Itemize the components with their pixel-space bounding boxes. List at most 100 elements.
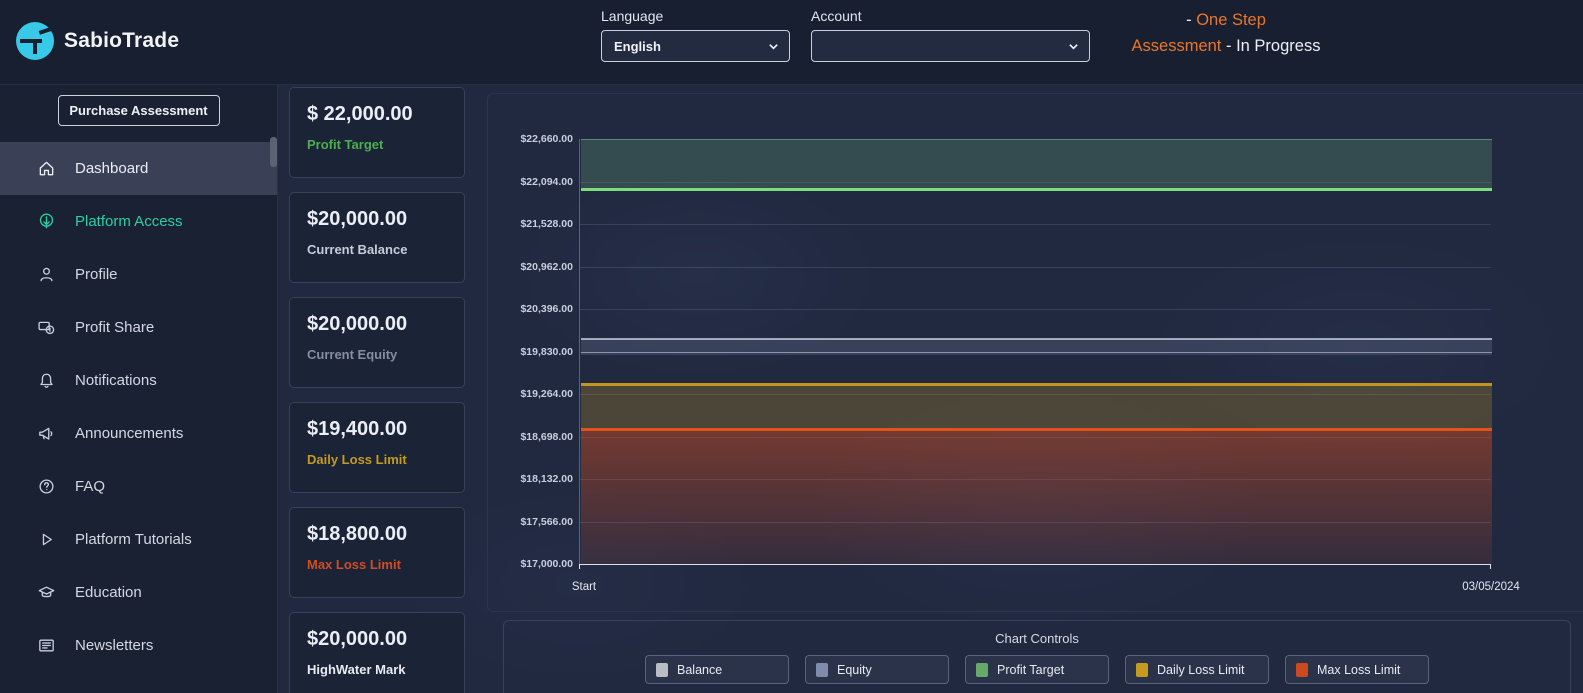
home-icon xyxy=(36,159,56,179)
status-program-name: Assessment xyxy=(1132,37,1222,55)
status-program-name: One Step xyxy=(1196,11,1266,29)
y-axis-tick: $20,962.00 xyxy=(520,261,573,273)
series-color-swatch xyxy=(816,663,828,677)
series-color-swatch xyxy=(1136,663,1148,677)
account-select[interactable] xyxy=(811,30,1090,62)
account-label: Account xyxy=(811,8,1090,24)
megaphone-icon xyxy=(36,424,56,444)
stat-card-current-equity: $20,000.00Current Equity xyxy=(289,297,465,388)
sidebar-item-label: Profit Share xyxy=(75,319,154,336)
stat-card-value: $18,800.00 xyxy=(307,523,464,546)
series-toggle-label: Profit Target xyxy=(997,663,1064,677)
stat-card-max-loss-limit: $18,800.00 Max Loss Limit xyxy=(289,507,465,598)
stat-card-value: $19,400.00 xyxy=(307,418,464,441)
stat-card-value: $ 22,000.00 xyxy=(307,103,464,126)
series-color-swatch xyxy=(976,663,988,677)
sidebar-item-profile[interactable]: Profile xyxy=(0,248,277,301)
gridline xyxy=(580,224,1491,225)
sidebar-item-label: FAQ xyxy=(75,478,105,495)
sidebar-nav: Dashboard Platform Access Profile Profit Sh… xyxy=(0,142,277,672)
chart-plot-area[interactable] xyxy=(579,139,1491,564)
main-content: $ 22,000.00Profit Target$20,000.00Curren… xyxy=(278,85,1583,693)
sidebar-item-faq[interactable]: FAQ xyxy=(0,460,277,513)
sidebar-item-label: Education xyxy=(75,584,142,601)
purchase-assessment-button[interactable]: Purchase Assessment xyxy=(58,95,220,126)
question-circle-icon xyxy=(36,477,56,497)
stat-card-profit-target: $ 22,000.00Profit Target xyxy=(289,87,465,178)
y-axis-tick: $17,000.00 xyxy=(520,558,573,570)
series-color-swatch xyxy=(1296,663,1308,677)
x-axis-tick-start: Start xyxy=(554,581,614,593)
sidebar-item-announcements[interactable]: Announcements xyxy=(0,407,277,460)
sabiotrade-logo-icon xyxy=(16,22,54,60)
stat-card-current-balance: $20,000.00 Current Balance xyxy=(289,192,465,283)
sidebar-item-platform-tutorials[interactable]: Platform Tutorials xyxy=(0,513,277,566)
stat-card-label: Max Loss Limit xyxy=(307,557,464,572)
stat-card-label: Daily Loss Limit xyxy=(307,452,464,467)
sidebar-item-notifications[interactable]: Notifications xyxy=(0,354,277,407)
brand[interactable]: SabioTrade xyxy=(16,22,179,60)
chevron-down-icon xyxy=(768,41,779,52)
stat-card-highwater-mark: $20,000.00 HighWater Mark xyxy=(289,612,465,693)
sidebar-item-label: Newsletters xyxy=(75,637,153,654)
stat-cards-column: $ 22,000.00Profit Target$20,000.00Curren… xyxy=(289,87,465,693)
language-label: Language xyxy=(601,8,790,24)
y-axis-tick: $22,660.00 xyxy=(520,133,573,145)
gridline xyxy=(580,309,1491,310)
profit-target-line xyxy=(581,188,1492,191)
sidebar-item-label: Profile xyxy=(75,266,118,283)
y-axis-tick: $18,132.00 xyxy=(520,473,573,485)
equity-line xyxy=(581,352,1492,353)
profit-target-band xyxy=(581,139,1492,189)
scrollbar-thumb[interactable] xyxy=(270,137,277,167)
y-axis-tick: $19,830.00 xyxy=(520,346,573,358)
x-axis-tick-date: 03/05/2024 xyxy=(1441,581,1541,593)
stat-card-value: $20,000.00 xyxy=(307,628,464,651)
sidebar-item-platform-access[interactable]: Platform Access xyxy=(0,195,277,248)
sidebar-item-label: Platform Access xyxy=(75,213,183,230)
sidebar-item-profit-share[interactable]: Profit Share xyxy=(0,301,277,354)
chart-controls-row: Balance Equity Profit Target Daily Loss Lim… xyxy=(504,655,1570,684)
chart-controls-title: Chart Controls xyxy=(504,631,1570,646)
sidebar-item-education[interactable]: Education xyxy=(0,566,277,619)
sidebar-item-label: Dashboard xyxy=(75,160,148,177)
language-select[interactable]: English xyxy=(601,30,790,62)
stat-card-label: HighWater Mark xyxy=(307,662,464,677)
toggle-equity-button[interactable]: Equity xyxy=(805,655,949,684)
download-circle-icon xyxy=(36,212,56,232)
newspaper-icon xyxy=(36,636,56,656)
equity-band xyxy=(581,339,1492,356)
stat-card-daily-loss-limit: $19,400.00 Daily Loss Limit xyxy=(289,402,465,493)
y-axis-tick: $20,396.00 xyxy=(520,303,573,315)
x-axis-line xyxy=(579,564,1491,565)
series-color-swatch xyxy=(656,663,668,677)
y-axis-tick: $21,528.00 xyxy=(520,218,573,230)
brand-name: SabioTrade xyxy=(64,29,179,53)
sidebar: Purchase Assessment Dashboard Platform Ac… xyxy=(0,85,278,693)
assessment-status: - One StepAssessment - In Progress xyxy=(1095,8,1357,59)
top-bar: SabioTrade Language English Account - On… xyxy=(0,0,1583,85)
stat-card-label: Current Equity xyxy=(307,347,464,362)
series-toggle-label: Max Loss Limit xyxy=(1317,663,1400,677)
graduation-cap-icon xyxy=(36,583,56,603)
sidebar-item-newsletters[interactable]: Newsletters xyxy=(0,619,277,672)
sidebar-item-label: Announcements xyxy=(75,425,183,442)
toggle-profit-target-button[interactable]: Profit Target xyxy=(965,655,1109,684)
stat-card-label: Current Balance xyxy=(307,242,464,257)
toggle-max-loss-limit-button[interactable]: Max Loss Limit xyxy=(1285,655,1429,684)
chevron-down-icon xyxy=(1068,41,1079,52)
y-axis-tick: $22,094.00 xyxy=(520,176,573,188)
bell-icon xyxy=(36,371,56,391)
max-loss-band xyxy=(581,429,1492,564)
daily-loss-band xyxy=(581,384,1492,429)
max-loss-line xyxy=(581,428,1492,431)
toggle-daily-loss-limit-button[interactable]: Daily Loss Limit xyxy=(1125,655,1269,684)
stat-card-value: $20,000.00 xyxy=(307,208,464,231)
sidebar-item-label: Notifications xyxy=(75,372,157,389)
sidebar-item-label: Platform Tutorials xyxy=(75,531,192,548)
gridline xyxy=(580,267,1491,268)
sidebar-item-dashboard[interactable]: Dashboard xyxy=(0,142,277,195)
toggle-balance-button[interactable]: Balance xyxy=(645,655,789,684)
play-icon xyxy=(36,530,56,550)
person-icon xyxy=(36,265,56,285)
